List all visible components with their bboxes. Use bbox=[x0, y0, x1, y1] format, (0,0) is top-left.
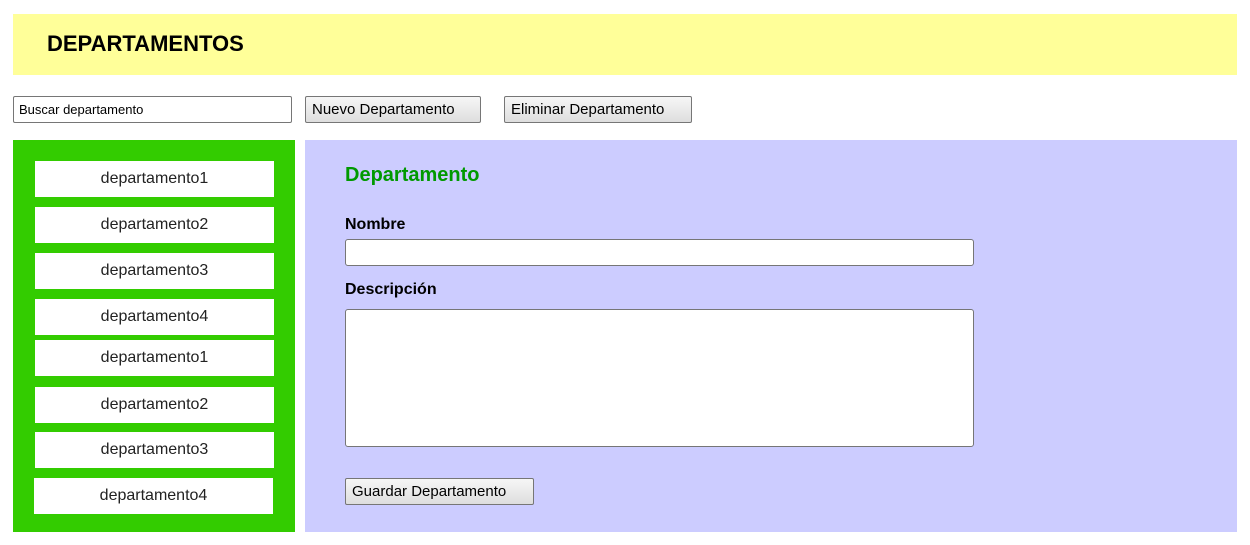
department-list-item[interactable]: departamento4 bbox=[35, 299, 274, 335]
description-field[interactable] bbox=[345, 309, 974, 447]
page-title: DEPARTAMENTOS bbox=[47, 31, 244, 56]
department-list-item[interactable]: departamento2 bbox=[35, 387, 274, 423]
department-list-item[interactable]: departamento3 bbox=[35, 432, 274, 468]
form-title: Departamento bbox=[345, 164, 480, 186]
department-list-item[interactable]: departamento1 bbox=[35, 340, 274, 376]
search-input[interactable] bbox=[13, 96, 292, 123]
department-list: departamento1 departamento2 departamento… bbox=[13, 140, 295, 532]
department-list-item[interactable]: departamento2 bbox=[35, 207, 274, 243]
new-department-button[interactable]: Nuevo Departamento bbox=[305, 96, 481, 123]
department-form-panel: Departamento Nombre Descripción bbox=[305, 140, 1237, 532]
name-label: Nombre bbox=[345, 216, 406, 233]
department-list-item[interactable]: departamento3 bbox=[35, 253, 274, 289]
name-field[interactable] bbox=[345, 239, 974, 266]
page-header: DEPARTAMENTOS bbox=[13, 14, 1237, 75]
save-department-button[interactable]: Guardar Departamento bbox=[345, 478, 534, 505]
delete-department-button[interactable]: Eliminar Departamento bbox=[504, 96, 692, 123]
department-list-item[interactable]: departamento4 bbox=[34, 478, 273, 514]
department-list-item[interactable]: departamento1 bbox=[35, 161, 274, 197]
description-label: Descripción bbox=[345, 281, 437, 298]
